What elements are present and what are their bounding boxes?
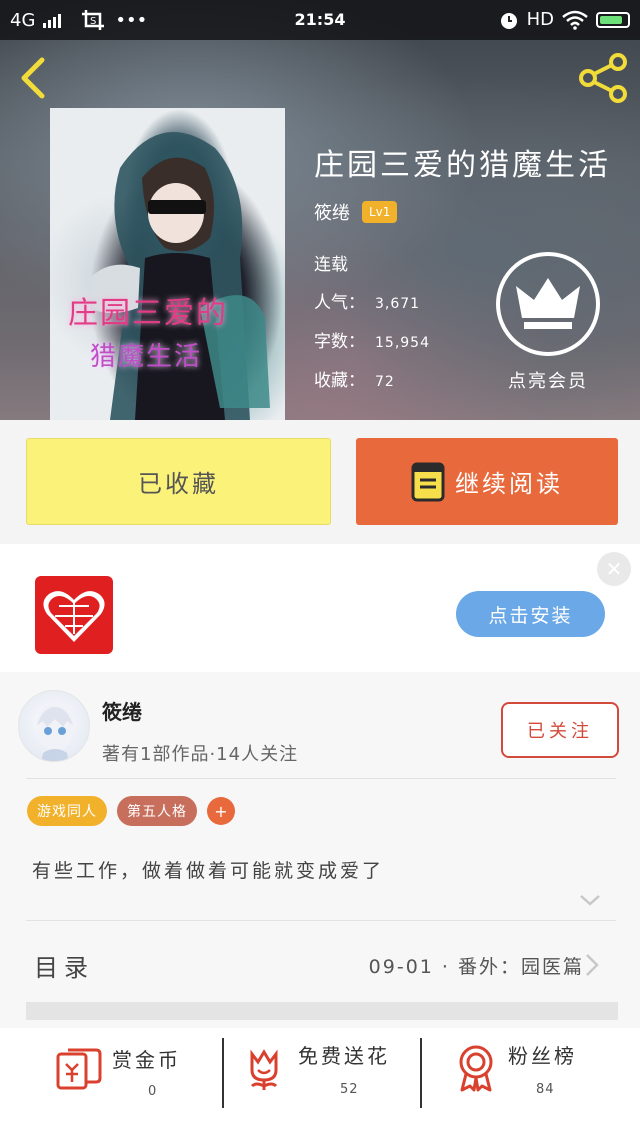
favorited-label: 已收藏 <box>138 470 219 498</box>
followed-button[interactable]: 已关注 <box>501 702 619 758</box>
book-intro: 有些工作，做着做着可能就变成爱了 <box>32 860 385 882</box>
action-bar: 已收藏 继续阅读 <box>0 420 640 544</box>
tip-coins-label: 赏金币 <box>112 1048 181 1072</box>
section-band <box>26 1002 618 1020</box>
fan-ranking-label: 粉丝榜 <box>508 1044 577 1068</box>
share-icon[interactable] <box>578 52 630 104</box>
favorited-button[interactable]: 已收藏 <box>26 438 331 525</box>
pinduoduo-logo <box>35 576 113 654</box>
fan-ranking-button[interactable]: 粉丝榜 84 <box>422 1028 640 1125</box>
award-ribbon-icon <box>459 1045 493 1092</box>
flower-icon <box>250 1049 278 1090</box>
red-envelope-icon <box>56 1048 102 1090</box>
chevron-down-icon[interactable] <box>578 892 602 908</box>
continue-reading-button[interactable]: 继续阅读 <box>356 438 618 525</box>
free-flowers-button[interactable]: 免费送花 52 <box>224 1028 420 1125</box>
vip-label[interactable]: 点亮会员 <box>480 367 616 393</box>
word-count-row: 字数： 15,954 <box>314 327 430 352</box>
favorites-row: 收藏： 72 <box>314 366 395 391</box>
install-button[interactable]: 点击安装 <box>456 591 605 637</box>
free-flowers-value: 52 <box>340 1082 359 1097</box>
toc-label[interactable]: 目录 <box>34 948 94 983</box>
free-flowers-label: 免费送花 <box>298 1044 390 1068</box>
book-header: 4G S ••• 21:54 HD 庄园三爱的 猎魔生活 庄园三爱的猎魔生活 筱… <box>0 0 640 420</box>
level-badge: Lv1 <box>362 201 398 223</box>
author-card-name[interactable]: 筱绻 <box>102 696 142 725</box>
popularity-row: 人气： 3,671 <box>314 288 420 313</box>
cover-title-art: 庄园三爱的 <box>68 296 228 331</box>
divider <box>26 920 616 921</box>
add-tag-button[interactable]: + <box>207 797 235 825</box>
vip-crown-button[interactable] <box>496 252 600 356</box>
serial-status: 连载 <box>314 255 348 275</box>
word-count-label: 字数： <box>314 332 365 352</box>
author-name[interactable]: 筱绻 <box>314 199 350 225</box>
tip-coins-value: 0 <box>148 1084 158 1099</box>
bottom-bar: 赏金币 0 免费送花 52 粉丝榜 84 <box>0 1028 640 1125</box>
popularity-label: 人气： <box>314 293 365 313</box>
close-icon[interactable]: ✕ <box>597 552 631 586</box>
author-card: 筱绻 著有1部作品·14人关注 已关注 游戏同人 第五人格 + 有些工作，做着做… <box>0 672 640 1125</box>
cover-subtitle-art: 猎魔生活 <box>90 342 203 372</box>
book-title: 庄园三爱的猎魔生活 <box>314 148 611 183</box>
crown-icon <box>516 278 580 329</box>
continue-reading-label: 继续阅读 <box>455 470 563 498</box>
tag-identity-v[interactable]: 第五人格 <box>117 796 197 826</box>
status-right: HD <box>499 9 630 30</box>
alarm-icon <box>500 12 517 29</box>
fan-ranking-value: 84 <box>536 1082 555 1097</box>
favorites-label: 收藏： <box>314 371 365 391</box>
avatar[interactable] <box>18 690 90 762</box>
tip-coins-button[interactable]: 赏金币 0 <box>0 1028 222 1125</box>
author-stats: 著有1部作品·14人关注 <box>102 744 299 765</box>
author-line[interactable]: 筱绻 Lv1 <box>314 199 398 225</box>
word-count-value: 15,954 <box>375 335 430 351</box>
divider <box>26 778 616 779</box>
tag-game-fanfic[interactable]: 游戏同人 <box>27 796 107 826</box>
battery-icon <box>596 11 630 28</box>
hd-label: HD <box>526 9 554 30</box>
chevron-right-icon[interactable] <box>584 952 600 978</box>
status-bar: 4G S ••• 21:54 HD <box>0 0 640 40</box>
favorites-value: 72 <box>375 374 395 390</box>
book-icon <box>411 462 445 501</box>
ad-banner[interactable]: 点击安装 ✕ <box>0 544 640 672</box>
wifi-icon <box>562 10 588 30</box>
book-cover[interactable]: 庄园三爱的 猎魔生活 <box>50 108 285 420</box>
popularity-value: 3,671 <box>375 296 421 312</box>
back-icon[interactable] <box>16 56 52 100</box>
tag-list: 游戏同人 第五人格 + <box>27 796 235 826</box>
cover-illustration <box>90 132 270 420</box>
latest-chapter[interactable]: 09-01 · 番外：园医篇 <box>369 952 584 979</box>
